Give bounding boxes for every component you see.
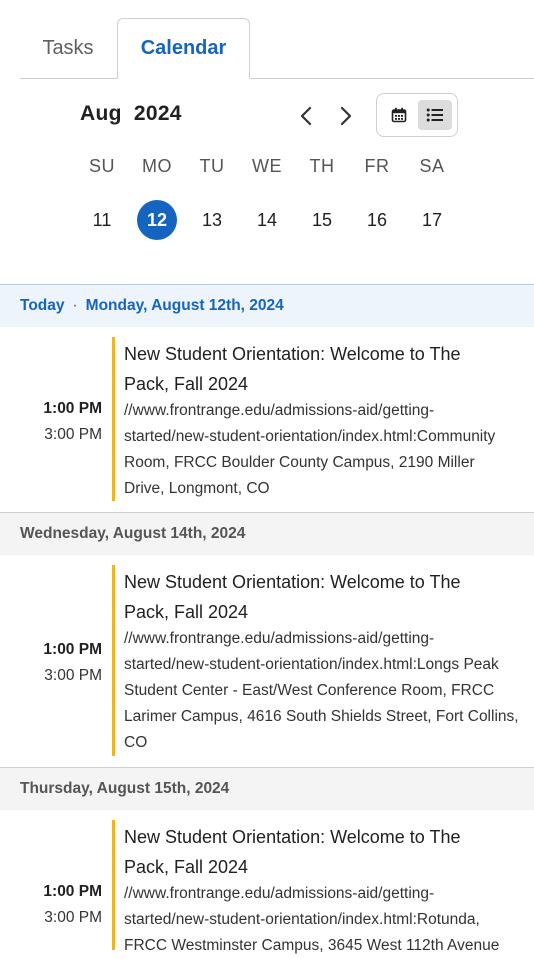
view-toggle [376, 93, 458, 137]
weekday-label: WE [252, 156, 282, 176]
event-start-time: 1:00 PM [43, 641, 102, 658]
event-start-time: 1:00 PM [43, 400, 102, 417]
list-view-button[interactable] [418, 100, 452, 130]
tab-bar: Tasks Calendar [20, 18, 534, 79]
event-title: New Student Orientation: Welcome to The … [124, 827, 461, 877]
calendar-day[interactable]: 11 [80, 200, 124, 240]
event-end-time: 3:00 PM [44, 909, 102, 926]
event-location: //www.frontrange.edu/admissions-aid/gett… [124, 885, 500, 954]
next-week-button[interactable] [332, 102, 360, 130]
list-icon [426, 108, 443, 122]
agenda-event[interactable]: 1:00 PM 3:00 PM New Student Orientation:… [0, 327, 534, 512]
event-times: 1:00 PM 3:00 PM [0, 883, 102, 927]
event-color-bar [112, 337, 115, 501]
event-color-bar [112, 820, 115, 950]
agenda-date-label: Thursday, August 15th, 2024 [20, 780, 230, 797]
agenda-event[interactable]: 1:00 PM 3:00 PM New Student Orientation:… [0, 555, 534, 767]
event-start-time: 1:00 PM [43, 883, 102, 900]
month-view-button[interactable] [382, 100, 416, 130]
event-title: New Student Orientation: Welcome to The … [124, 572, 461, 622]
weekday-label: SA [419, 156, 445, 176]
tab-tasks[interactable]: Tasks [20, 18, 116, 78]
agenda-date-header: Thursday, August 15th, 2024 [0, 767, 534, 810]
chevron-right-icon [340, 106, 352, 126]
calendar-day[interactable]: 16 [355, 200, 399, 240]
agenda-date-header: Wednesday, August 14th, 2024 [0, 512, 534, 555]
calendar-day[interactable]: 15 [300, 200, 344, 240]
agenda-date-label: Wednesday, August 14th, 2024 [20, 525, 246, 542]
weekday-label: TH [309, 156, 335, 176]
calendar-icon [391, 107, 407, 123]
today-label: Today [20, 297, 65, 314]
weekday-label: MO [142, 156, 172, 176]
event-times: 1:00 PM 3:00 PM [0, 400, 102, 444]
month-label: Aug 2024 [80, 102, 182, 125]
weekday-label: SU [88, 156, 115, 176]
separator-dot: · [72, 297, 78, 314]
calendar-day-selected[interactable]: 12 [137, 200, 177, 240]
weekday-label: TU [199, 156, 225, 176]
weekday-label: FR [364, 156, 390, 176]
event-location: //www.frontrange.edu/admissions-aid/gett… [124, 402, 496, 497]
event-title: New Student Orientation: Welcome to The … [124, 344, 461, 394]
event-end-time: 3:00 PM [44, 667, 102, 684]
event-end-time: 3:00 PM [44, 426, 102, 443]
event-color-bar [112, 565, 115, 756]
agenda-event[interactable]: 1:00 PM 3:00 PM New Student Orientation:… [0, 810, 534, 954]
agenda-date-header-today: Today · Monday, August 12th, 2024 [0, 284, 534, 327]
tab-calendar[interactable]: Calendar [117, 18, 250, 79]
chevron-left-icon [300, 106, 312, 126]
previous-week-button[interactable] [292, 102, 320, 130]
calendar-day[interactable]: 14 [245, 200, 289, 240]
event-times: 1:00 PM 3:00 PM [0, 641, 102, 685]
calendar-day[interactable]: 13 [190, 200, 234, 240]
event-location: //www.frontrange.edu/admissions-aid/gett… [124, 630, 519, 751]
calendar-day[interactable]: 17 [410, 200, 454, 240]
agenda-date-label: Monday, August 12th, 2024 [85, 297, 284, 314]
